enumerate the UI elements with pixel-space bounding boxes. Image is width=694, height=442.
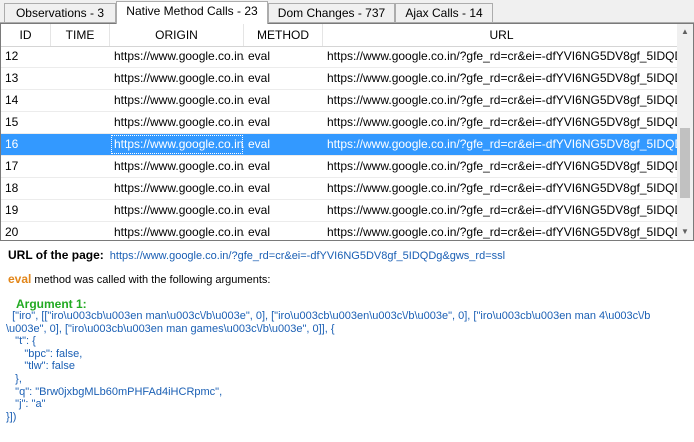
argument-code: ["iro", [["iro\u003cb\u003en man\u003c\/… [6,310,650,423]
table-row-selected[interactable]: 16 https://www.google.co.in/ eval https:… [1,134,681,156]
cell-id: 14 [5,93,19,107]
table-row[interactable]: 14 https://www.google.co.in/ eval https:… [1,90,681,112]
cell-url: https://www.google.co.in/?gfe_rd=cr&ei=-… [327,137,681,151]
cell-time [51,68,110,89]
method-name: eval [8,272,32,286]
column-header-time[interactable]: TIME [51,24,110,46]
cell-method: eval [248,159,271,173]
method-call-text: method was called with the following arg… [34,274,271,286]
tab-observations[interactable]: Observations - 3 [4,3,116,22]
table-row[interactable]: 19 https://www.google.co.in/ eval https:… [1,200,681,222]
column-header-method[interactable]: METHOD [244,24,323,46]
native-calls-table: ID TIME ORIGIN METHOD URL 12 https://www… [0,23,694,241]
cell-time [51,90,110,111]
cell-id: 16 [5,137,19,151]
cell-url: https://www.google.co.in/?gfe_rd=cr&ei=-… [327,203,681,217]
tab-ajax-calls[interactable]: Ajax Calls - 14 [395,3,493,22]
argument-label: Argument 1: [16,297,87,311]
cell-origin: https://www.google.co.in/ [114,225,244,239]
tab-strip: Observations - 3 Native Method Calls - 2… [0,0,694,24]
cell-method: eval [248,49,271,63]
cell-origin: https://www.google.co.in/ [114,203,244,217]
cell-method: eval [248,93,271,107]
arrow-up-icon[interactable]: ▲ [677,24,693,40]
cell-origin: https://www.google.co.in/ [114,115,244,129]
cell-origin: https://www.google.co.in/ [114,49,244,63]
cell-url: https://www.google.co.in/?gfe_rd=cr&ei=-… [327,115,681,129]
tab-native-method-calls[interactable]: Native Method Calls - 23 [116,1,268,24]
cell-method: eval [248,203,271,217]
table-row[interactable]: 13 https://www.google.co.in/ eval https:… [1,68,681,90]
cell-method: eval [248,71,271,85]
code-line: ["iro", [["iro\u003cb\u003en man\u003c\/… [6,310,651,322]
column-header-url[interactable]: URL [323,24,681,46]
cell-id: 19 [5,203,19,217]
table-row[interactable]: 17 https://www.google.co.in/ eval https:… [1,156,681,178]
cell-url: https://www.google.co.in/?gfe_rd=cr&ei=-… [327,181,681,195]
table-row[interactable]: 18 https://www.google.co.in/ eval https:… [1,178,681,200]
code-line: "q": "Brw0jxbgMLb60mPHFAd4iHCRpmc", [6,385,223,398]
details-pane: URL of the page: https://www.google.co.in… [0,242,694,442]
cell-time [51,178,110,199]
code-line: "j": "a" [6,398,46,411]
vertical-scrollbar[interactable]: ▲ ▼ [677,24,693,240]
table-row[interactable]: 12 https://www.google.co.in/ eval https:… [1,46,681,68]
method-call-line: eval method was called with the followin… [8,272,270,286]
code-line: \u003e", 0], ["iro\u003cb\u003en man gam… [6,322,335,335]
page-url-link[interactable]: https://www.google.co.in/?gfe_rd=cr&ei=-… [110,250,505,262]
cell-id: 17 [5,159,19,173]
cell-method: eval [248,181,271,195]
cell-id: 20 [5,225,19,239]
cell-url: https://www.google.co.in/?gfe_rd=cr&ei=-… [327,225,681,239]
page-url-line: URL of the page: https://www.google.co.in… [8,248,505,262]
cell-time [51,46,110,67]
code-line: "tlw": false [6,360,75,373]
arrow-down-icon[interactable]: ▼ [677,224,693,240]
cell-method: eval [248,115,271,129]
code-line: }, [6,372,22,385]
cell-url: https://www.google.co.in/?gfe_rd=cr&ei=-… [327,71,681,85]
code-line: }]) [6,410,17,423]
table-row[interactable]: 20 https://www.google.co.in/ eval https:… [1,222,681,240]
cell-origin: https://www.google.co.in/ [110,134,244,155]
cell-method: eval [248,137,271,151]
cell-origin: https://www.google.co.in/ [114,159,244,173]
cell-method: eval [248,225,271,239]
table-header: ID TIME ORIGIN METHOD URL [1,24,681,47]
cell-id: 12 [5,49,19,63]
cell-url: https://www.google.co.in/?gfe_rd=cr&ei=-… [327,159,681,173]
cell-url: https://www.google.co.in/?gfe_rd=cr&ei=-… [327,93,681,107]
cell-origin: https://www.google.co.in/ [114,181,244,195]
tab-dom-changes[interactable]: Dom Changes - 737 [268,3,395,22]
cell-id: 15 [5,115,19,129]
cell-origin: https://www.google.co.in/ [114,71,244,85]
cell-id: 13 [5,71,19,85]
table-row[interactable]: 15 https://www.google.co.in/ eval https:… [1,112,681,134]
cell-url: https://www.google.co.in/?gfe_rd=cr&ei=-… [327,49,681,63]
column-header-id[interactable]: ID [1,24,51,46]
column-header-origin[interactable]: ORIGIN [110,24,244,46]
cell-time [51,222,110,240]
cell-time [51,200,110,221]
code-line: "t": { [6,335,36,348]
cell-time [51,134,110,155]
cell-time [51,156,110,177]
cell-time [51,112,110,133]
cell-id: 18 [5,181,19,195]
page-url-label: URL of the page: [8,248,104,262]
cell-origin: https://www.google.co.in/ [114,93,244,107]
scrollbar-thumb[interactable] [680,128,690,198]
code-line: "bpc": false, [6,347,83,360]
